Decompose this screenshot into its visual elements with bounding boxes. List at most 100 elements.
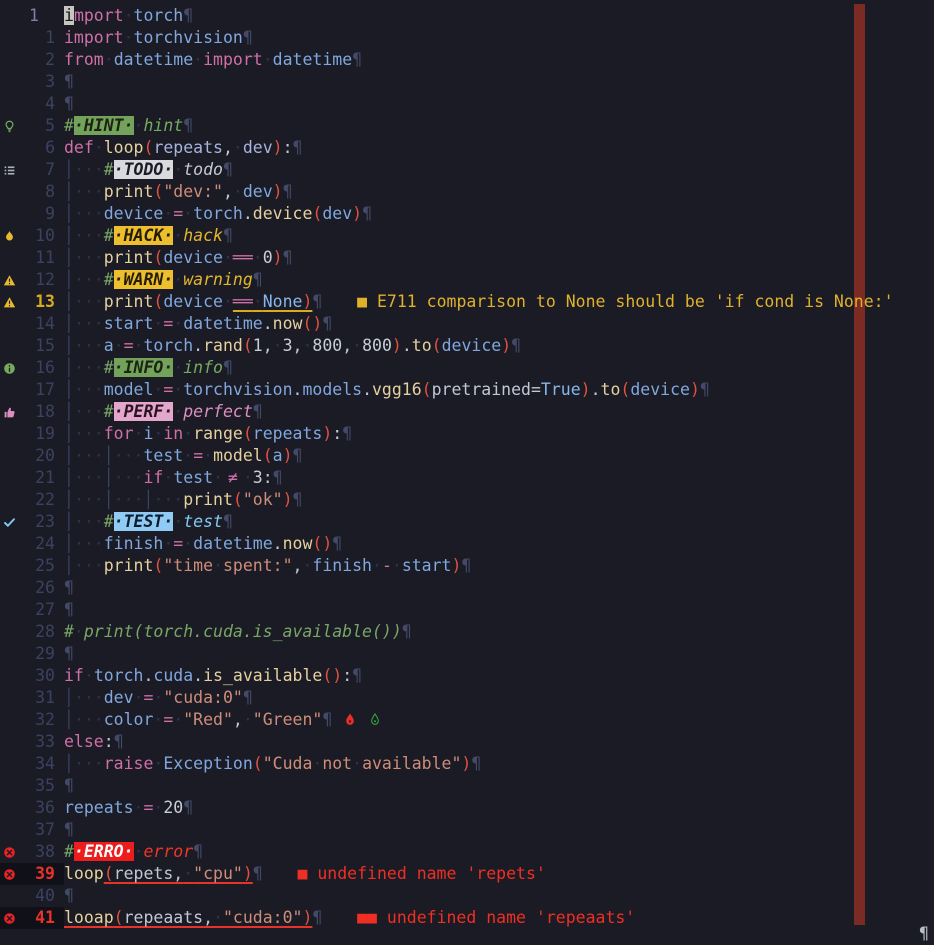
token: ( <box>422 380 432 399</box>
gutter: 13 <box>0 291 64 313</box>
token: torch <box>144 336 194 355</box>
code-text: │···#·PERF··perfect¶ <box>64 401 263 423</box>
code-line[interactable]: 41looap(repeaats,·"cuda:0")¶■■ undefined… <box>0 907 934 929</box>
token: 20 <box>163 798 183 817</box>
token: . <box>591 380 601 399</box>
token: 1 <box>253 336 263 355</box>
line-number: 18 <box>27 401 55 423</box>
code-line[interactable]: 11│···print(device·══·0)¶ <box>0 247 934 269</box>
code-line[interactable]: 30if·torch.cuda.is_available():¶ <box>0 665 934 687</box>
token: │ <box>64 358 74 377</box>
token: spent:" <box>223 556 293 575</box>
token: ) <box>283 490 293 509</box>
code-line[interactable]: 3¶ <box>0 71 934 93</box>
code-line[interactable]: 9│···device·=·torch.device(dev)¶ <box>0 203 934 225</box>
token: = <box>173 204 183 223</box>
token: ··· <box>74 556 104 575</box>
code-line[interactable]: 2from·datetime·import·datetime¶ <box>0 49 934 71</box>
token: to <box>412 336 432 355</box>
code-line[interactable]: 33else:¶ <box>0 731 934 753</box>
sign-column <box>0 313 27 335</box>
code-line[interactable]: 22│···│···│···print("ok")¶ <box>0 489 934 511</box>
code-line[interactable]: 39loop(repets,·"cpu")¶■ undefined name '… <box>0 863 934 885</box>
token: : <box>332 424 342 443</box>
code-line[interactable]: 10│···#·HACK··hack¶ <box>0 225 934 247</box>
code-line[interactable]: 36repeats·=·20¶ <box>0 797 934 819</box>
code-line[interactable]: 1import·torch¶ <box>0 5 934 27</box>
code-line[interactable]: 19│···for·i·in·range(repeats):¶ <box>0 423 934 445</box>
token: · <box>372 556 382 575</box>
code-line[interactable]: 7│···#·TODO··todo¶ <box>0 159 934 181</box>
code-line[interactable]: 12│···#·WARN··warning¶ <box>0 269 934 291</box>
line-number: 27 <box>27 599 55 621</box>
token: · <box>253 248 263 267</box>
token: looap <box>64 908 114 927</box>
token: · <box>153 380 163 399</box>
code-line[interactable]: 35¶ <box>0 775 934 797</box>
code-text: │···│···if·test·≠·3:¶ <box>64 467 283 489</box>
token: if <box>64 666 84 685</box>
token: ··· <box>74 402 104 421</box>
gutter: 35 <box>0 775 64 797</box>
sign-column <box>0 555 27 577</box>
code-line[interactable]: 25│···print("time·spent:",·finish·-·star… <box>0 555 934 577</box>
token: · <box>173 226 183 245</box>
code-line[interactable]: 15│···a·=·torch.rand(1,·3,·800,·800).to(… <box>0 335 934 357</box>
code-line[interactable]: 1import·torchvision¶ <box>0 27 934 49</box>
code-text: │···device·=·torch.device(dev)¶ <box>64 203 372 225</box>
code-line[interactable]: 16│···#·INFO··info¶ <box>0 357 934 379</box>
token: torch <box>94 666 144 685</box>
token: datetime <box>183 314 262 333</box>
line-number: 36 <box>27 797 55 819</box>
token: ·TEST· <box>114 512 174 531</box>
token: · <box>352 336 362 355</box>
code-line[interactable]: 37¶ <box>0 819 934 841</box>
token: ¶ <box>64 820 74 839</box>
code-line[interactable]: 13│···print(device·══·None)¶■ E711 compa… <box>0 291 934 313</box>
code-line[interactable]: 20│···│···test·=·model(a)¶ <box>0 445 934 467</box>
code-text: │···color·=·"Red",·"Green"¶ <box>64 709 382 731</box>
code-line[interactable]: 40¶ <box>0 885 934 907</box>
token: ··· <box>114 446 144 465</box>
code-line[interactable]: 26¶ <box>0 577 934 599</box>
gutter: 38 <box>0 841 64 863</box>
code-line[interactable]: 21│···│···if·test·≠·3:¶ <box>0 467 934 489</box>
code-line[interactable]: 18 │···#·PERF··perfect¶ <box>0 401 934 423</box>
code-line[interactable]: 28#·print(torch.cuda.is_available())¶ <box>0 621 934 643</box>
token: . <box>293 380 303 399</box>
code-buffer[interactable]: 1import·torch¶1import·torchvision¶2from·… <box>0 0 934 929</box>
code-line[interactable]: 6def·loop(repeats,·dev):¶ <box>0 137 934 159</box>
code-line[interactable]: 38#·ERRO··error¶ <box>0 841 934 863</box>
token: ··· <box>74 292 104 311</box>
gutter: 10 <box>0 225 64 247</box>
sign-column <box>0 5 27 27</box>
token: color <box>104 710 154 729</box>
token: None <box>263 292 303 311</box>
sign-column <box>0 137 27 159</box>
token: · <box>134 336 144 355</box>
token: · <box>173 402 183 421</box>
code-line[interactable]: 29¶ <box>0 643 934 665</box>
token: , <box>223 182 233 201</box>
gutter: 9 <box>0 203 64 225</box>
code-line[interactable]: 34│···raise·Exception("Cuda·not·availabl… <box>0 753 934 775</box>
code-line[interactable]: 17│···model·=·torchvision.models.vgg16(p… <box>0 379 934 401</box>
code-line[interactable]: 27¶ <box>0 599 934 621</box>
token: · <box>213 556 223 575</box>
token: rand <box>203 336 243 355</box>
token: · <box>114 336 124 355</box>
code-line[interactable]: 31│···dev·=·"cuda:0"¶ <box>0 687 934 709</box>
code-line[interactable]: 8│···print("dev:",·dev)¶ <box>0 181 934 203</box>
code-line[interactable]: 14│···start·=·datetime.now()¶ <box>0 313 934 335</box>
token: ) <box>322 424 332 443</box>
code-text: │···finish·=·datetime.now()¶ <box>64 533 342 555</box>
code-line[interactable]: 5#·HINT··hint¶ <box>0 115 934 137</box>
code-line[interactable]: 32│···color·=·"Red",·"Green"¶ <box>0 709 934 731</box>
code-line[interactable]: 24│···finish·=·datetime.now()¶ <box>0 533 934 555</box>
code-line[interactable]: 23│···#·TEST··test¶ <box>0 511 934 533</box>
token: = <box>124 336 134 355</box>
code-line[interactable]: 4¶ <box>0 93 934 115</box>
gutter: 4 <box>0 93 64 115</box>
gutter: 7 <box>0 159 64 181</box>
token: │ <box>64 270 74 289</box>
